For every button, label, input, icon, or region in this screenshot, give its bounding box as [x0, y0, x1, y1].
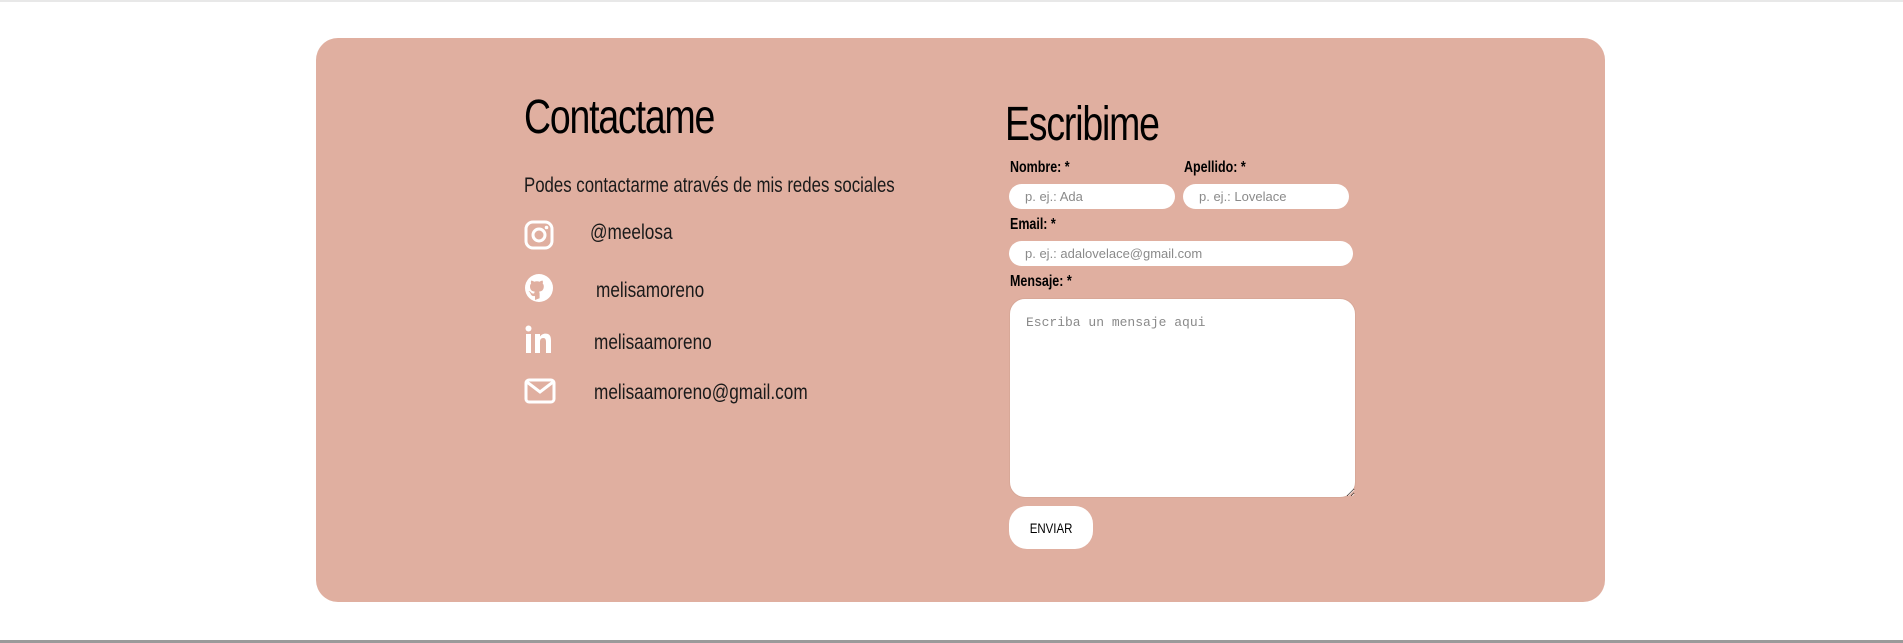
linkedin-handle: melisaamoreno [594, 331, 712, 354]
contact-card [316, 38, 1605, 602]
name-input[interactable] [1009, 184, 1175, 209]
contact-section: Contactame [524, 90, 944, 145]
github-handle: melisamoreno [596, 279, 705, 302]
instagram-link[interactable]: @meelosa [524, 220, 673, 250]
send-button-label: ENVIAR [1029, 519, 1073, 536]
email-input[interactable] [1009, 241, 1353, 266]
instagram-handle: @meelosa [590, 221, 673, 244]
linkedin-link[interactable]: melisaamoreno [524, 325, 712, 355]
mail-icon [524, 378, 556, 404]
name-label: Nombre: * [1010, 159, 1070, 176]
lastname-input[interactable] [1183, 184, 1349, 209]
message-label: Mensaje: * [1010, 273, 1072, 290]
top-divider [0, 0, 1903, 2]
contact-subtitle: Podes contactarme através de mis redes s… [524, 174, 895, 197]
form-title: Escribime [1005, 98, 1160, 151]
email-link[interactable]: melisaamoreno@gmail.com [524, 378, 808, 404]
message-textarea[interactable] [1009, 298, 1356, 498]
linkedin-icon [525, 325, 551, 353]
email-label: Email: * [1010, 216, 1056, 233]
lastname-label: Apellido: * [1184, 159, 1246, 176]
email-handle: melisaamoreno@gmail.com [594, 381, 808, 404]
github-icon [525, 274, 553, 302]
contact-title: Contactame [524, 91, 715, 144]
instagram-icon [524, 220, 554, 250]
send-button[interactable]: ENVIAR [1009, 506, 1093, 549]
github-link[interactable]: melisamoreno [524, 273, 704, 303]
